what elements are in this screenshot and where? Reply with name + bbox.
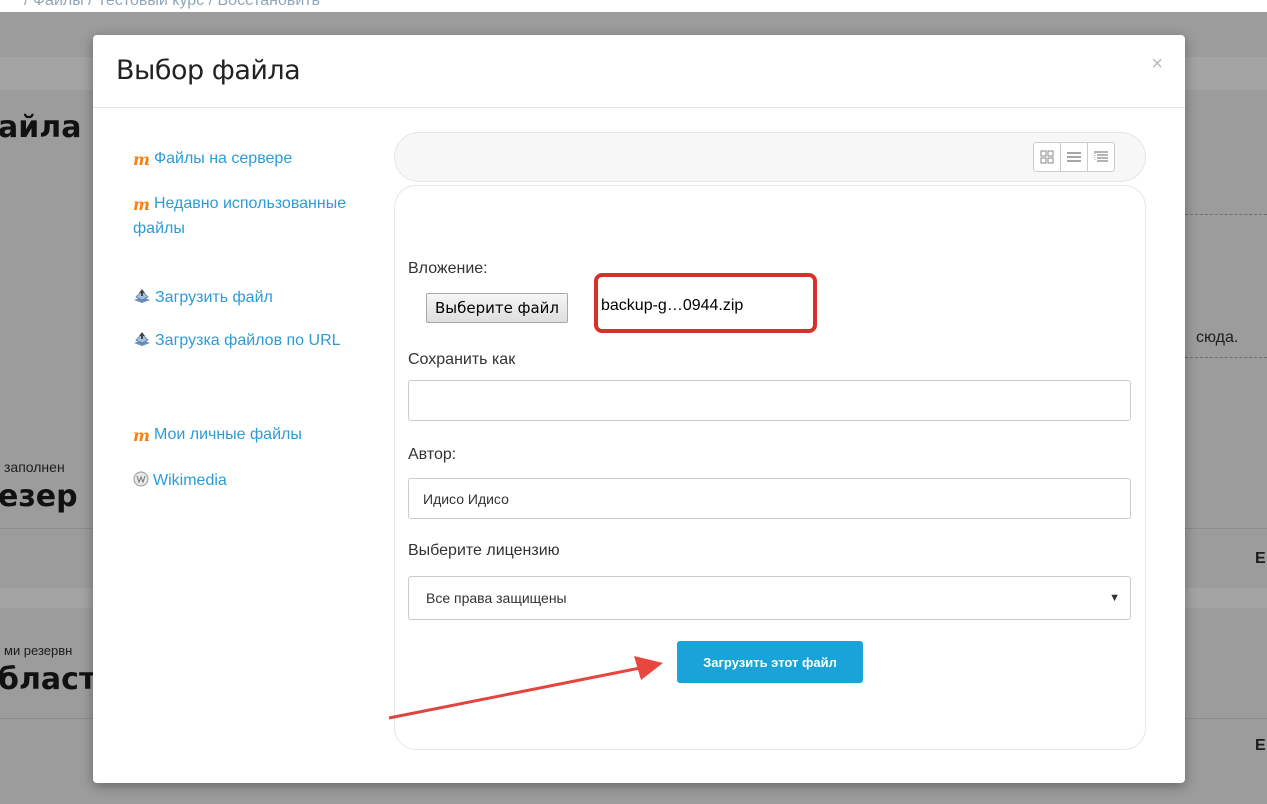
icons-view-icon[interactable] — [1034, 143, 1061, 171]
background-text: ми резервн — [4, 643, 73, 658]
breadcrumb: / Файлы / Тестовый курс / Восстановить — [24, 0, 320, 9]
background-heading: айла — [0, 110, 82, 145]
list-view-icon[interactable] — [1061, 143, 1088, 171]
license-select[interactable]: Все права защищены ▼ — [408, 576, 1131, 620]
dialog-header: Выбор файла × — [93, 35, 1185, 108]
url-download-icon — [133, 331, 151, 355]
dialog-title: Выбор файла — [116, 55, 301, 86]
author-input[interactable] — [408, 478, 1131, 519]
wikimedia-icon — [133, 471, 149, 495]
repo-label: Недавно использованные файлы — [133, 195, 347, 237]
background-heading: бласт — [0, 662, 97, 697]
background-dropzone-border — [1185, 214, 1267, 215]
moodle-icon: m — [133, 195, 150, 214]
moodle-icon: m — [133, 150, 150, 169]
save-as-label: Сохранить как — [408, 351, 516, 368]
repo-wikimedia[interactable]: Wikimedia — [133, 469, 227, 495]
file-picker-toolbar — [394, 132, 1146, 182]
repo-label: Загрузить файл — [155, 289, 273, 306]
author-label: Автор: — [408, 446, 457, 463]
close-button[interactable]: × — [1151, 53, 1163, 76]
upload-file-button[interactable]: Загрузить этот файл — [677, 641, 863, 683]
background-dropzone-border — [1185, 357, 1267, 358]
attachment-label: Вложение: — [408, 260, 488, 277]
background-text: E — [1255, 550, 1266, 567]
choose-file-button[interactable]: Выберите файл — [426, 293, 568, 323]
background-text: заполнен — [4, 459, 65, 475]
background-text: сюда. — [1196, 329, 1239, 346]
dropdown-arrow-icon: ▼ — [1109, 592, 1120, 604]
background-text: E — [1255, 737, 1266, 754]
repo-upload-file[interactable]: Загрузить файл — [133, 286, 273, 312]
highlight-box — [594, 273, 817, 333]
background-heading: езер — [0, 479, 78, 514]
repo-server-files[interactable]: m Файлы на сервере — [133, 147, 292, 172]
repo-recent-files[interactable]: m Недавно использованные файлы — [133, 192, 353, 241]
repo-private-files[interactable]: m Мои личные файлы — [133, 423, 302, 448]
license-value: Все права защищены — [426, 590, 567, 606]
repo-url-download[interactable]: Загрузка файлов по URL — [133, 329, 353, 355]
license-label: Выберите лицензию — [408, 542, 560, 559]
view-switcher — [1033, 142, 1115, 172]
repo-label: Загрузка файлов по URL — [155, 332, 341, 349]
background-header: / Файлы / Тестовый курс / Восстановить — [0, 0, 1267, 12]
repo-label: Мои личные файлы — [153, 426, 302, 443]
repo-label: Wikimedia — [153, 472, 227, 489]
tree-view-icon[interactable] — [1088, 143, 1114, 171]
upload-icon — [133, 288, 151, 312]
save-as-input[interactable] — [408, 380, 1131, 421]
moodle-icon: m — [133, 426, 150, 445]
repo-label: Файлы на сервере — [153, 150, 293, 167]
file-picker-dialog: Выбор файла × m Файлы на сервере m Недавно… — [93, 35, 1185, 783]
